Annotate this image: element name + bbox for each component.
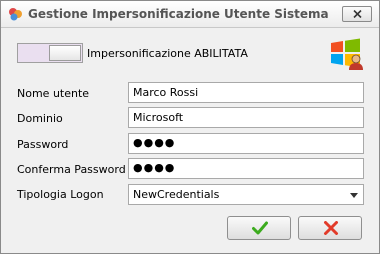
chevron-down-icon[interactable]: [350, 193, 358, 198]
cancel-button[interactable]: [298, 216, 362, 240]
password-label: Password: [17, 138, 69, 151]
password-input[interactable]: ●●●●: [128, 133, 364, 154]
close-button[interactable]: [342, 6, 372, 22]
dialog-window: Gestione Impersonificazione Utente Siste…: [0, 0, 380, 254]
impersonation-toggle-switch[interactable]: [17, 43, 83, 63]
username-label: Nome utente: [17, 87, 90, 100]
domain-label: Dominio: [17, 112, 63, 125]
checkmark-icon: [252, 221, 268, 235]
confirm-password-input[interactable]: ●●●●: [128, 158, 364, 179]
toggle-knob: [49, 45, 81, 61]
domain-input[interactable]: Microsoft: [128, 107, 364, 128]
window-title: Gestione Impersonificazione Utente Siste…: [28, 7, 329, 21]
close-icon: [353, 10, 362, 18]
ok-button[interactable]: [227, 216, 291, 240]
confirm-password-label: Conferma Password: [17, 163, 126, 176]
username-input[interactable]: Marco Rossi: [128, 82, 364, 103]
impersonation-status-label: Impersonificazione ABILITATA: [87, 47, 248, 60]
title-bar[interactable]: Gestione Impersonificazione Utente Siste…: [1, 1, 379, 28]
impersonation-app-icon: [7, 6, 23, 22]
cancel-x-icon: [324, 221, 338, 235]
windows-user-logo-icon: [329, 38, 365, 70]
logon-type-select[interactable]: NewCredentials: [128, 184, 364, 205]
logon-type-label: Tipologia Logon: [17, 188, 104, 201]
logon-type-value: NewCredentials: [133, 188, 220, 201]
